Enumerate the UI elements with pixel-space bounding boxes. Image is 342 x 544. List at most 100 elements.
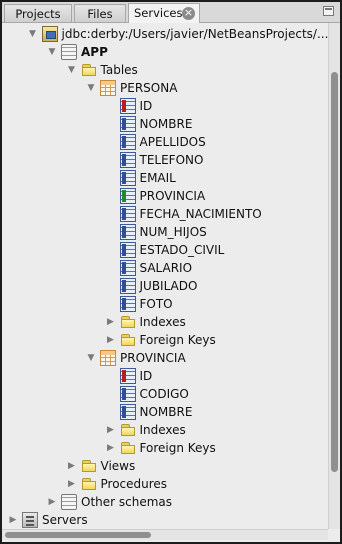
tree-node-fecha-nacimiento[interactable]: FECHA_NACIMIENTO [2,205,328,223]
tab-projects[interactable]: Projects [4,4,72,22]
collapsed-toggle-icon[interactable]: ▶ [67,460,77,472]
tree-node-jdbc-derby-users-javier-netbeansprojects[interactable]: ▼ jdbc:derby:/Users/javier/NetBeansProjec… [2,25,328,43]
schema-icon [61,44,77,60]
expanded-toggle-icon[interactable]: ▼ [67,64,77,76]
tree-node-other-schemas[interactable]: ▶ Other schemas [2,493,328,511]
tree-node-label: FOTO [139,297,173,311]
tab-services-label: Services [134,6,183,20]
folder-icon [120,314,136,330]
horizontal-scrollbar[interactable] [2,529,328,540]
services-window: Projects Files Services × ▼ jdbc:derby:/U… [2,2,340,542]
tree-node-codigo[interactable]: CODIGO [2,385,328,403]
column-icon [119,206,136,222]
tree-node-label: Foreign Keys [139,441,216,455]
tree-node-app[interactable]: ▼ APP [2,43,328,61]
vertical-scrollbar-thumb[interactable] [331,72,338,472]
tree-node-jubilado[interactable]: JUBILADO [2,277,328,295]
database-connection-icon [41,26,58,42]
expanded-toggle-icon[interactable]: ▼ [86,352,96,364]
tree-node-label: PERSONA [120,81,178,95]
tree-node-label: PROVINCIA [120,351,186,365]
column-icon [119,134,136,150]
horizontal-scrollbar-thumb[interactable] [5,532,151,538]
schema-icon [61,494,77,510]
tree-node-telefono[interactable]: TELEFONO [2,151,328,169]
tree-node-label: jdbc:derby:/Users/javier/NetBeansProject… [61,27,329,41]
collapsed-toggle-icon[interactable]: ▶ [106,316,116,328]
minimize-window-icon[interactable] [323,6,334,16]
tree-node-provincia[interactable]: ▼ PROVINCIA [2,349,328,367]
tree-node-nombre[interactable]: NOMBRE [2,403,328,421]
vertical-scrollbar[interactable] [328,23,340,529]
tree-node-label: Foreign Keys [139,333,216,347]
table-icon [100,350,116,366]
tree-node-views[interactable]: ▶ Views [2,457,328,475]
collapsed-toggle-icon[interactable]: ▶ [67,478,77,490]
tree-node-label: Procedures [100,477,168,491]
tree-node-label: PROVINCIA [139,189,206,203]
expanded-toggle-icon[interactable]: ▼ [47,46,57,58]
expanded-toggle-icon[interactable]: ▼ [28,28,38,40]
tree-node-label: NOMBRE [139,405,193,419]
folder-icon [81,62,97,78]
tree-node-label: CODIGO [139,387,189,401]
primary-key-column-icon [119,98,136,114]
tree-node-foreign-keys[interactable]: ▶ Foreign Keys [2,331,328,349]
servers-icon [22,512,38,528]
tree-node-servers[interactable]: ▶ Servers [2,511,328,529]
collapsed-toggle-icon[interactable]: ▶ [8,514,18,526]
tree-node-provincia[interactable]: PROVINCIA [2,187,328,205]
folder-icon [81,476,97,492]
tree-node-label: Tables [100,63,138,77]
column-icon [119,296,136,312]
table-icon [100,80,116,96]
tree-node-salario[interactable]: SALARIO [2,259,328,277]
tree-node-label: Other schemas [81,495,173,509]
column-icon [119,278,136,294]
tree-node-num-hijos[interactable]: NUM_HIJOS [2,223,328,241]
foreign-key-column-icon [119,188,136,204]
tree-node-label: ESTADO_CIVIL [139,243,225,257]
column-icon [119,224,136,240]
tab-bar: Projects Files Services × [2,2,340,23]
collapsed-toggle-icon[interactable]: ▶ [106,442,116,454]
collapsed-toggle-icon[interactable]: ▶ [47,496,57,508]
tree-node-label: TELEFONO [139,153,204,167]
folder-icon [120,332,136,348]
tree-node-label: Servers [42,513,88,527]
tree-node-apellidos[interactable]: APELLIDOS [2,133,328,151]
services-tree[interactable]: ▼ jdbc:derby:/Users/javier/NetBeansProjec… [2,23,328,529]
column-icon [119,170,136,186]
tree-node-label: ID [139,99,153,113]
tree-node-email[interactable]: EMAIL [2,169,328,187]
column-icon [119,242,136,258]
column-icon [119,260,136,276]
tree-node-label: NUM_HIJOS [139,225,207,239]
tree-node-label: EMAIL [139,171,176,185]
tree-node-procedures[interactable]: ▶ Procedures [2,475,328,493]
tree-node-persona[interactable]: ▼ PERSONA [2,79,328,97]
tree-node-foto[interactable]: FOTO [2,295,328,313]
tree-node-label: Indexes [139,423,186,437]
tree-node-nombre[interactable]: NOMBRE [2,115,328,133]
tree-node-id[interactable]: ID [2,97,328,115]
tree-node-estado-civil[interactable]: ESTADO_CIVIL [2,241,328,259]
tree-node-foreign-keys[interactable]: ▶ Foreign Keys [2,439,328,457]
folder-icon [81,458,97,474]
tab-services[interactable]: Services × [128,3,200,23]
tree-node-id[interactable]: ID [2,367,328,385]
tree-node-tables[interactable]: ▼ Tables [2,61,328,79]
collapsed-toggle-icon[interactable]: ▶ [106,334,116,346]
collapsed-toggle-icon[interactable]: ▶ [106,424,116,436]
tree-node-label: Views [100,459,136,473]
tree-node-label: APELLIDOS [139,135,206,149]
column-icon [119,386,136,402]
expanded-toggle-icon[interactable]: ▼ [86,82,96,94]
tree-node-indexes[interactable]: ▶ Indexes [2,313,328,331]
folder-icon [120,440,136,456]
column-icon [119,152,136,168]
tab-files[interactable]: Files [74,4,126,22]
close-icon[interactable]: × [182,7,195,20]
tree-node-label: SALARIO [139,261,193,275]
tree-node-indexes[interactable]: ▶ Indexes [2,421,328,439]
